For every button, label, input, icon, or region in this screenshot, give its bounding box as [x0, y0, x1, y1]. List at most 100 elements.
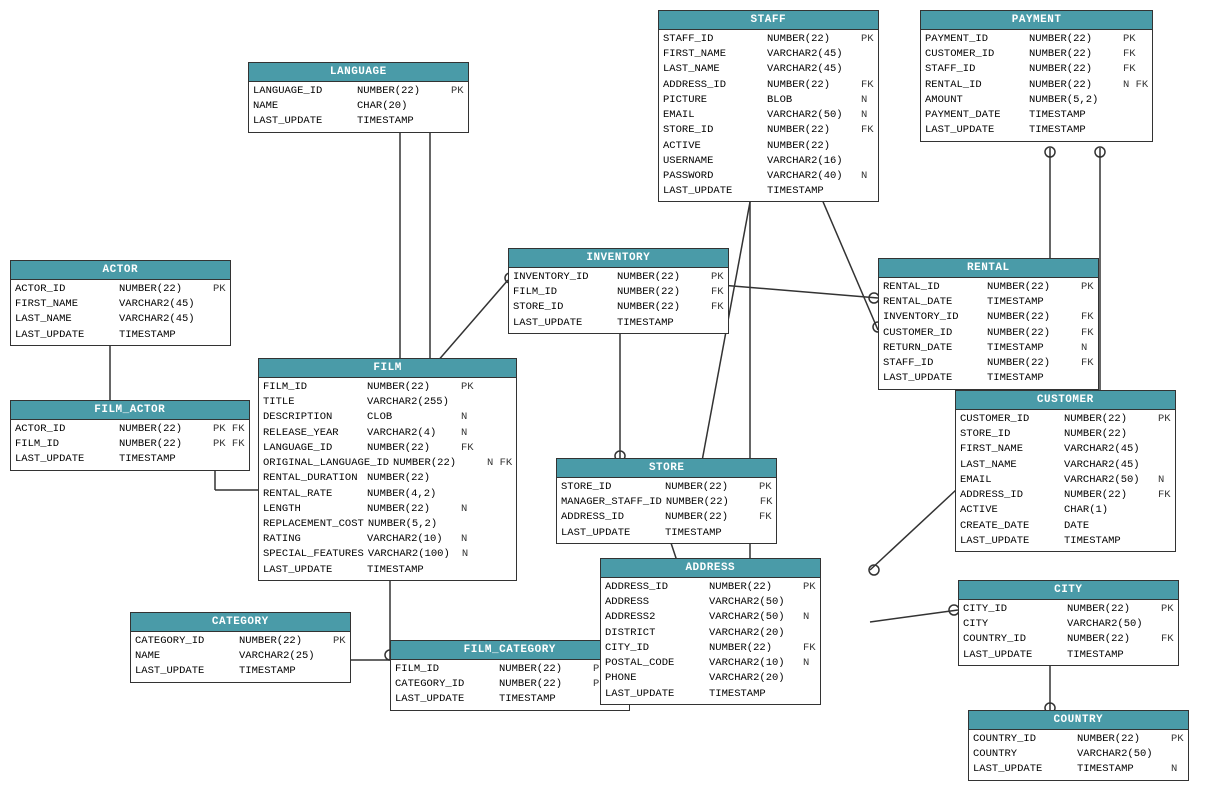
table-header-film: FILM [259, 359, 516, 378]
table-customer: CUSTOMERCUSTOMER_IDNUMBER(22)PKSTORE_IDN… [955, 390, 1176, 552]
column-type: NUMBER(22) [1064, 488, 1154, 503]
column-type: VARCHAR2(25) [239, 649, 329, 664]
column-key: PK [461, 380, 474, 395]
table-row: CUSTOMER_IDNUMBER(22)PK [960, 412, 1171, 427]
column-name: FIRST_NAME [15, 297, 115, 312]
column-name: LENGTH [263, 502, 363, 517]
column-name: LAST_UPDATE [135, 664, 235, 679]
column-type: NUMBER(22) [1064, 427, 1154, 442]
column-name: LAST_UPDATE [663, 184, 763, 199]
column-type: NUMBER(22) [665, 480, 755, 495]
table-row: CUSTOMER_IDNUMBER(22)FK [925, 47, 1148, 62]
column-name: CREATE_DATE [960, 519, 1060, 534]
column-type: TIMESTAMP [357, 114, 447, 129]
table-row: COUNTRYVARCHAR2(50) [973, 747, 1184, 762]
column-key: PK [213, 282, 226, 297]
column-name: RENTAL_DURATION [263, 471, 363, 486]
column-name: CATEGORY_ID [395, 677, 495, 692]
column-type: NUMBER(22) [1064, 412, 1154, 427]
table-row: INVENTORY_IDNUMBER(22)PK [513, 270, 724, 285]
table-row: LAST_UPDATETIMESTAMP [263, 563, 512, 578]
table-row: CREATE_DATE DATE [960, 519, 1171, 534]
column-name: EMAIL [663, 108, 763, 123]
column-name: LAST_UPDATE [973, 762, 1073, 777]
table-row: CITYVARCHAR2(50) [963, 617, 1174, 632]
table-body-rental: RENTAL_IDNUMBER(22)PKRENTAL_DATETIMESTAM… [879, 278, 1098, 389]
table-inventory: INVENTORYINVENTORY_IDNUMBER(22)PKFILM_ID… [508, 248, 729, 334]
column-key: PK FK [213, 437, 245, 452]
column-name: RENTAL_ID [925, 78, 1025, 93]
table-header-actor: ACTOR [11, 261, 230, 280]
column-type: DATE [1064, 519, 1154, 534]
table-row: ORIGINAL_LANGUAGE_IDNUMBER(22)N FK [263, 456, 512, 471]
column-key: PK [803, 580, 816, 595]
column-type: NUMBER(22) [1029, 62, 1119, 77]
column-key: PK [1081, 280, 1094, 295]
column-type: CHAR(20) [357, 99, 447, 114]
column-type: TIMESTAMP [1029, 123, 1119, 138]
column-name: PASSWORD [663, 169, 763, 184]
column-type: NUMBER(22) [1029, 47, 1119, 62]
column-name: LAST_UPDATE [513, 316, 613, 331]
column-key: N FK [487, 456, 512, 471]
table-row: RENTAL_IDNUMBER(22)PK [883, 280, 1094, 295]
column-name: POSTAL_CODE [605, 656, 705, 671]
table-row: RATINGVARCHAR2(10)N [263, 532, 512, 547]
table-row: LAST_UPDATETIMESTAMP [963, 648, 1174, 663]
table-row: PHONEVARCHAR2(20) [605, 671, 816, 686]
table-actor: ACTORACTOR_IDNUMBER(22)PKFIRST_NAMEVARCH… [10, 260, 231, 346]
column-name: LAST_UPDATE [253, 114, 353, 129]
table-row: COUNTRY_IDNUMBER(22)FK [963, 632, 1174, 647]
column-key: FK [711, 300, 724, 315]
column-type: NUMBER(22) [239, 634, 329, 649]
column-name: RETURN_DATE [883, 341, 983, 356]
column-key: PK [333, 634, 346, 649]
table-header-film_actor: FILM_ACTOR [11, 401, 249, 420]
column-type: NUMBER(22) [357, 84, 447, 99]
table-store: STORESTORE_IDNUMBER(22)PKMANAGER_STAFF_I… [556, 458, 777, 544]
table-body-address: ADDRESS_IDNUMBER(22)PKADDRESSVARCHAR2(50… [601, 578, 820, 704]
column-key: PK [1171, 732, 1184, 747]
column-key: PK [711, 270, 724, 285]
table-header-category: CATEGORY [131, 613, 350, 632]
table-header-store: STORE [557, 459, 776, 478]
table-header-language: LANGUAGE [249, 63, 468, 82]
column-type: CLOB [367, 410, 457, 425]
table-row: AMOUNTNUMBER(5,2) [925, 93, 1148, 108]
table-rental: RENTALRENTAL_IDNUMBER(22)PKRENTAL_DATETI… [878, 258, 1099, 390]
column-name: LAST_UPDATE [925, 123, 1025, 138]
column-type: TIMESTAMP [617, 316, 707, 331]
table-header-city: CITY [959, 581, 1178, 600]
column-key: N FK [1123, 78, 1148, 93]
column-type: NUMBER(22) [367, 502, 457, 517]
column-name: INVENTORY_ID [513, 270, 613, 285]
column-key: FK [861, 78, 874, 93]
table-row: LAST_UPDATETIMESTAMP [395, 692, 625, 707]
column-key: FK [711, 285, 724, 300]
column-type: NUMBER(22) [499, 677, 589, 692]
table-row: RENTAL_RATENUMBER(4,2) [263, 487, 512, 502]
column-name: STORE_ID [960, 427, 1060, 442]
column-name: MANAGER_STAFF_ID [561, 495, 662, 510]
column-name: ORIGINAL_LANGUAGE_ID [263, 456, 389, 471]
column-name: FIRST_NAME [960, 442, 1060, 457]
column-name: CITY_ID [963, 602, 1063, 617]
column-name: ACTOR_ID [15, 282, 115, 297]
table-row: NAMEVARCHAR2(25) [135, 649, 346, 664]
column-key: PK [1161, 602, 1174, 617]
column-type: TIMESTAMP [119, 328, 209, 343]
table-row: LAST_UPDATETIMESTAMP [15, 452, 245, 467]
column-type: VARCHAR2(40) [767, 169, 857, 184]
column-name: NAME [253, 99, 353, 114]
column-key: N [1171, 762, 1177, 777]
table-row: RETURN_DATETIMESTAMPN [883, 341, 1094, 356]
table-header-film_category: FILM_CATEGORY [391, 641, 629, 660]
table-row: ADDRESS_IDNUMBER(22)PK [605, 580, 816, 595]
column-name: RATING [263, 532, 363, 547]
column-name: PAYMENT_DATE [925, 108, 1025, 123]
column-key: FK [461, 441, 474, 456]
column-name: STORE_ID [663, 123, 763, 138]
table-row: LAST_UPDATE TIMESTAMP [925, 123, 1148, 138]
column-type: VARCHAR2(50) [709, 595, 799, 610]
table-city: CITYCITY_IDNUMBER(22)PKCITYVARCHAR2(50)C… [958, 580, 1179, 666]
